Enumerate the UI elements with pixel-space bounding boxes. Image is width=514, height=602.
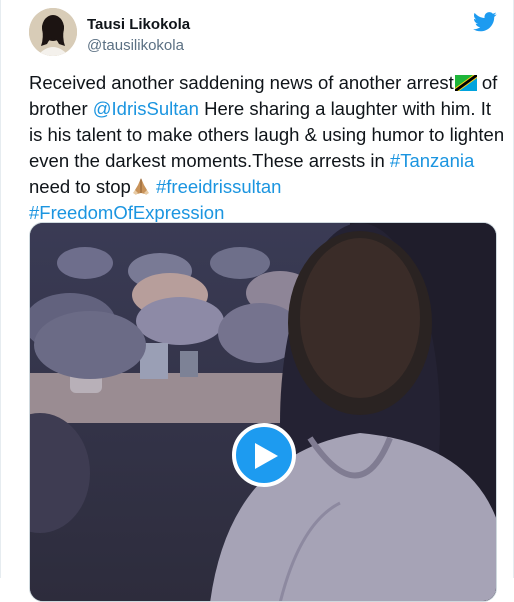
hashtag-freedomofexpression-link[interactable]: #FreedomOfExpression bbox=[29, 202, 224, 223]
hashtag-tanzania-link[interactable]: #Tanzania bbox=[390, 150, 474, 171]
author-display-name[interactable]: Tausi Likokola bbox=[87, 16, 190, 33]
video-scene bbox=[30, 223, 496, 601]
play-icon bbox=[255, 443, 278, 469]
folded-hands-emoji bbox=[131, 176, 151, 196]
author-handle[interactable]: @tausilikokola bbox=[87, 37, 184, 54]
tweet-card: Tausi Likokola @tausilikokola Received a… bbox=[0, 0, 514, 602]
twitter-bird-icon[interactable] bbox=[473, 12, 497, 32]
tweet-text-part: Received another saddening news of anoth… bbox=[29, 72, 454, 93]
play-button[interactable] bbox=[232, 423, 296, 487]
tweet-text-part: need to stop bbox=[29, 176, 131, 197]
hashtag-freeidrissultan-link[interactable]: #freeidrissultan bbox=[156, 176, 281, 197]
video-thumbnail[interactable] bbox=[29, 222, 497, 602]
mention-link[interactable]: @IdrisSultan bbox=[93, 98, 199, 119]
avatar[interactable] bbox=[29, 8, 77, 56]
tweet-text: Received another saddening news of anoth… bbox=[29, 70, 509, 226]
tanzania-flag-emoji bbox=[454, 72, 477, 91]
